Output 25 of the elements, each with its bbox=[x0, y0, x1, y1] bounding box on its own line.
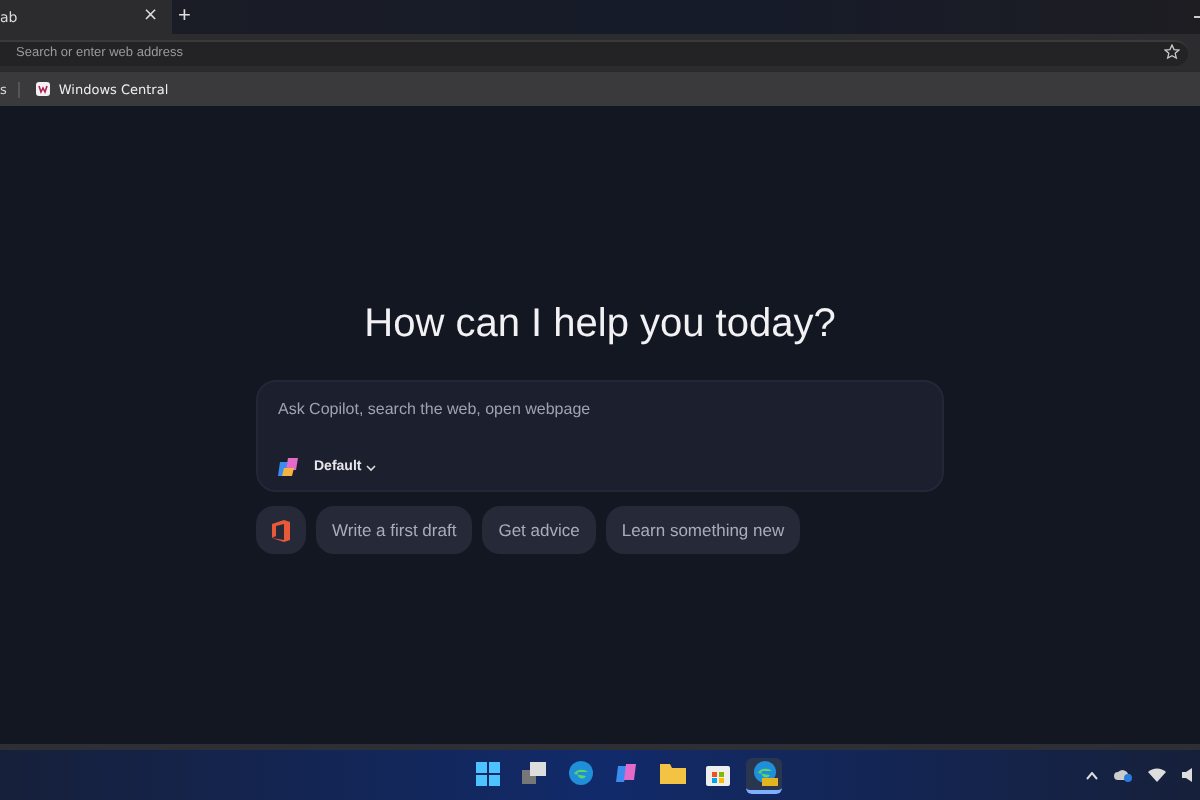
browser-canary-icon bbox=[751, 760, 777, 786]
prompt-input[interactable]: Ask Copilot, search the web, open webpage bbox=[278, 400, 922, 418]
copilot-icon bbox=[613, 760, 639, 786]
site-icon bbox=[36, 82, 51, 96]
folder-icon bbox=[659, 762, 685, 784]
chevron-up-icon[interactable] bbox=[1086, 771, 1098, 779]
suggestion-chip[interactable]: Learn something new bbox=[605, 506, 801, 554]
store-icon bbox=[706, 761, 730, 785]
office-icon bbox=[272, 519, 290, 541]
chevron-icon bbox=[365, 463, 376, 471]
new-tab-button[interactable]: + bbox=[172, 0, 197, 34]
suggestion-chip[interactable]: Write a first draft bbox=[316, 506, 473, 554]
office-button[interactable] bbox=[256, 506, 306, 554]
wifi-icon[interactable] bbox=[1148, 768, 1166, 782]
copilot-icon bbox=[278, 456, 300, 478]
close-tab-button[interactable]: × bbox=[136, 8, 164, 26]
browser-icon bbox=[567, 760, 593, 786]
suggestion-chip[interactable]: Get advice bbox=[482, 506, 596, 554]
windows-icon bbox=[476, 761, 500, 785]
taskbar-app[interactable] bbox=[746, 757, 782, 793]
cloud-icon[interactable] bbox=[1114, 768, 1132, 782]
greeting-heading: How can I help you today? bbox=[364, 302, 836, 348]
speaker-icon[interactable] bbox=[1182, 768, 1196, 782]
task-view-icon bbox=[522, 762, 546, 784]
star-icon[interactable] bbox=[1164, 43, 1180, 59]
